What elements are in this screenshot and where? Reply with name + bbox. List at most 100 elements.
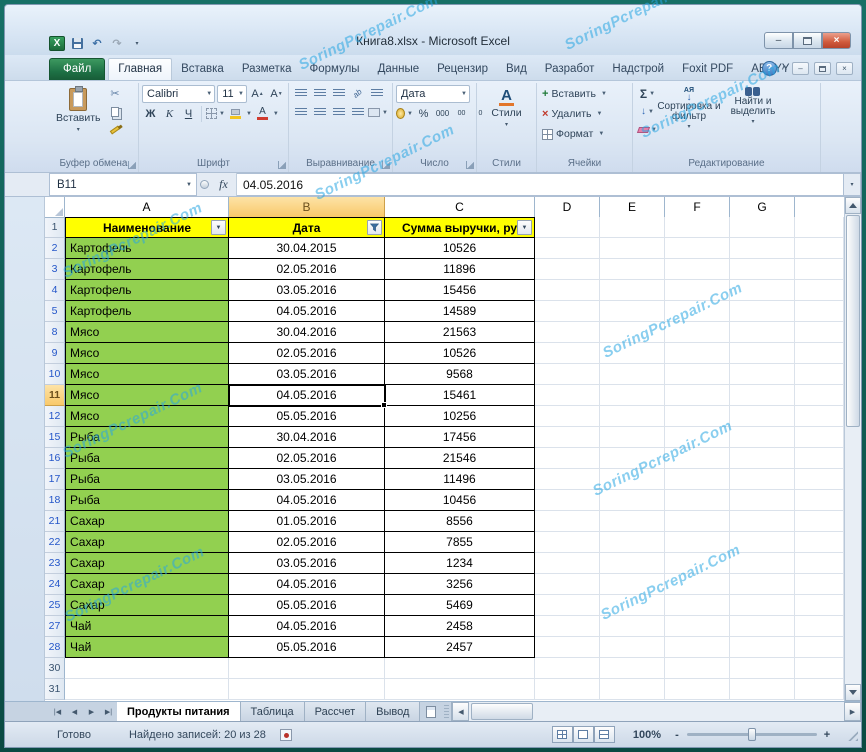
cell-D22[interactable]	[535, 532, 600, 553]
workbook-minimize-button[interactable]: –	[792, 62, 809, 75]
cell-F17[interactable]	[665, 469, 730, 490]
column-header-G[interactable]: G	[730, 197, 795, 218]
cell-G15[interactable]	[730, 427, 795, 448]
close-button[interactable]: ×	[822, 32, 851, 49]
cell-D5[interactable]	[535, 301, 600, 322]
cell-C23[interactable]: 1234	[385, 553, 535, 574]
cell-F2[interactable]	[665, 238, 730, 259]
cell-E25[interactable]	[600, 595, 665, 616]
cell-C3[interactable]: 11896	[385, 259, 535, 280]
cell-A10[interactable]: Мясо	[65, 364, 229, 385]
cell-E30[interactable]	[600, 658, 665, 679]
cell-F1[interactable]	[665, 217, 730, 238]
name-box[interactable]: B11 ▼	[49, 173, 197, 196]
cell-G17[interactable]	[730, 469, 795, 490]
cell-D18[interactable]	[535, 490, 600, 511]
cell-B15[interactable]: 30.04.2016	[229, 427, 385, 448]
cell-F4[interactable]	[665, 280, 730, 301]
cell-D9[interactable]	[535, 343, 600, 364]
page-layout-view-button[interactable]	[573, 726, 594, 743]
borders-button[interactable]: ▼	[206, 105, 225, 122]
sheet-tab-Рассчет[interactable]: Рассчет	[305, 702, 367, 721]
align-right-button[interactable]	[330, 104, 347, 121]
next-sheet-button[interactable]: ▶	[83, 702, 100, 721]
cell-B8[interactable]: 30.04.2016	[229, 322, 385, 343]
cell-B25[interactable]: 05.05.2016	[229, 595, 385, 616]
row-header-21[interactable]: 21	[45, 511, 65, 532]
formula-bar-expand-button[interactable]: ▾	[844, 173, 861, 196]
cell-F28[interactable]	[665, 637, 730, 658]
cell-G22[interactable]	[730, 532, 795, 553]
cell-D8[interactable]	[535, 322, 600, 343]
cell-B11[interactable]: 04.05.2016	[229, 385, 385, 406]
cell-C1[interactable]: Сумма выручки, ру ▼	[385, 217, 535, 238]
insert-function-button[interactable]: fx	[211, 173, 237, 196]
cell-A5[interactable]: Картофель	[65, 301, 229, 322]
macro-record-button[interactable]	[280, 729, 292, 741]
font-name-select[interactable]: Calibri▼	[142, 85, 215, 103]
cell-A18[interactable]: Рыба	[65, 490, 229, 511]
row-header-5[interactable]: 5	[45, 301, 65, 322]
cell-A23[interactable]: Сахар	[65, 553, 229, 574]
cut-button[interactable]: ✂	[107, 85, 124, 102]
row-header-27[interactable]: 27	[45, 616, 65, 637]
cell-C8[interactable]: 21563	[385, 322, 535, 343]
underline-button[interactable]: Ч	[180, 105, 197, 122]
cell-G2[interactable]	[730, 238, 795, 259]
cell-G9[interactable]	[730, 343, 795, 364]
row-header-4[interactable]: 4	[45, 280, 65, 301]
cell-F24[interactable]	[665, 574, 730, 595]
row-header-2[interactable]: 2	[45, 238, 65, 259]
filter-button-sum[interactable]: ▼	[517, 220, 532, 235]
ribbon-tab-Формулы[interactable]: Формулы	[301, 59, 369, 80]
row-header-24[interactable]: 24	[45, 574, 65, 595]
cell-D4[interactable]	[535, 280, 600, 301]
align-bottom-button[interactable]	[330, 85, 347, 102]
align-left-button[interactable]	[292, 104, 309, 121]
cell-F10[interactable]	[665, 364, 730, 385]
clipboard-dialog-launcher-icon[interactable]	[128, 161, 136, 169]
row-header-17[interactable]: 17	[45, 469, 65, 490]
cell-A17[interactable]: Рыба	[65, 469, 229, 490]
cell-D30[interactable]	[535, 658, 600, 679]
cell-A31[interactable]	[65, 679, 229, 700]
cell-D10[interactable]	[535, 364, 600, 385]
cell-B23[interactable]: 03.05.2016	[229, 553, 385, 574]
cell-G31[interactable]	[730, 679, 795, 700]
orientation-button[interactable]: ab	[349, 85, 366, 102]
last-sheet-button[interactable]: ▶|	[100, 702, 117, 721]
zoom-out-button[interactable]: -	[671, 729, 683, 741]
cell-B24[interactable]: 04.05.2016	[229, 574, 385, 595]
ribbon-tab-Вставка[interactable]: Вставка	[172, 59, 233, 80]
cell-D1[interactable]	[535, 217, 600, 238]
alignment-dialog-launcher-icon[interactable]	[382, 161, 390, 169]
cell-D17[interactable]	[535, 469, 600, 490]
font-size-select[interactable]: 11▼	[217, 85, 247, 103]
cell-A9[interactable]: Мясо	[65, 343, 229, 364]
filter-button-date[interactable]	[367, 220, 382, 235]
cell-G30[interactable]	[730, 658, 795, 679]
italic-button[interactable]: К	[161, 105, 178, 122]
cell-B17[interactable]: 03.05.2016	[229, 469, 385, 490]
cell-A11[interactable]: Мясо	[65, 385, 229, 406]
cell-D25[interactable]	[535, 595, 600, 616]
cell-D2[interactable]	[535, 238, 600, 259]
row-header-15[interactable]: 15	[45, 427, 65, 448]
column-header-C[interactable]: C	[385, 197, 535, 218]
cell-G10[interactable]	[730, 364, 795, 385]
cell-E8[interactable]	[600, 322, 665, 343]
minimize-button[interactable]: –	[764, 32, 793, 49]
cell-G23[interactable]	[730, 553, 795, 574]
column-header-F[interactable]: F	[665, 197, 730, 218]
vertical-scroll-thumb[interactable]	[846, 215, 860, 427]
resize-grip[interactable]	[845, 728, 858, 741]
zoom-level[interactable]: 100%	[633, 729, 661, 741]
cell-A22[interactable]: Сахар	[65, 532, 229, 553]
cell-G1[interactable]	[730, 217, 795, 238]
cell-G16[interactable]	[730, 448, 795, 469]
cell-C4[interactable]: 15456	[385, 280, 535, 301]
cell-B2[interactable]: 30.04.2015	[229, 238, 385, 259]
tab-splitter-handle[interactable]	[444, 705, 449, 718]
scroll-left-button[interactable]: ◀	[452, 702, 469, 721]
cell-B9[interactable]: 02.05.2016	[229, 343, 385, 364]
